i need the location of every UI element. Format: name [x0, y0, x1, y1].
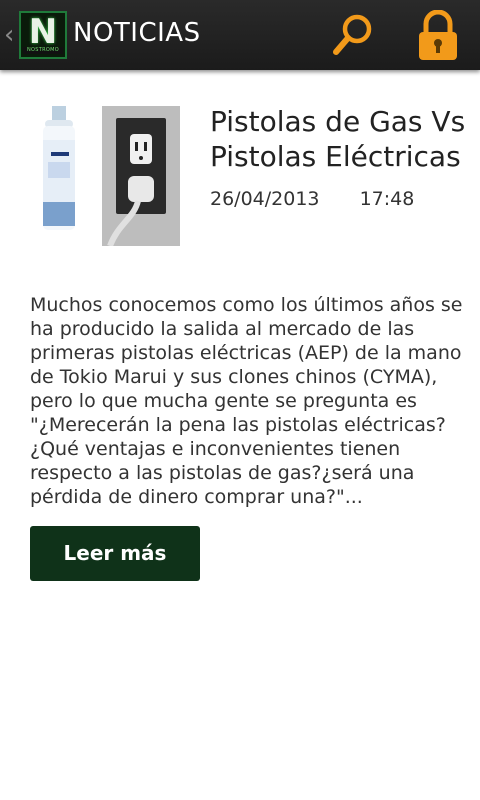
chevron-left-icon[interactable]: ‹ [4, 20, 14, 50]
search-icon[interactable] [330, 12, 376, 58]
power-outlet-image [102, 106, 180, 246]
read-more-button[interactable]: Leer más [30, 526, 200, 581]
article-meta: 26/04/2013 17:48 [210, 188, 414, 210]
logo-letter: N [28, 12, 58, 52]
article-date: 26/04/2013 [210, 188, 320, 210]
lock-icon[interactable] [415, 10, 461, 62]
action-bar: ‹ N NOSTROMO NOTICIAS [0, 0, 480, 70]
article-title[interactable]: Pistolas de Gas Vs Pistolas Eléctricas [210, 104, 470, 174]
page-title: NOTICIAS [73, 18, 201, 48]
logo-tag: NOSTROMO [23, 47, 63, 54]
article-excerpt: Muchos conocemos como los últimos años s… [30, 294, 463, 508]
article-thumbnail[interactable] [30, 106, 180, 246]
article-time: 17:48 [359, 188, 415, 210]
gas-canister-image [43, 106, 75, 230]
app-logo[interactable]: N NOSTROMO [19, 11, 67, 59]
